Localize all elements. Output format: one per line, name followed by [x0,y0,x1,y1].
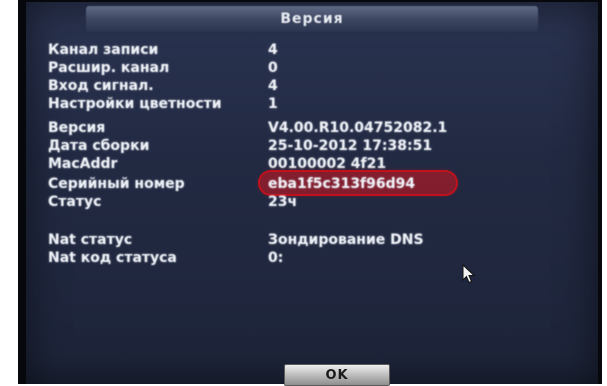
info-value: 0: [268,250,284,266]
info-value: 1 [268,96,278,112]
info-value: V4.00.R10.04752082.1 [268,120,448,136]
info-row-nat-status: Nat статус Зондирование DNS [48,232,588,250]
dialog-title: Версия [86,6,538,32]
info-value: 4 [268,42,278,58]
info-label: Nat статус [48,232,133,248]
mouse-pointer-icon [462,264,476,284]
info-label: Канал записи [48,42,159,58]
info-value: Зондирование DNS [268,232,424,248]
info-label: Серийный номер [48,176,185,192]
info-row-extra-channel: Расшир. канал 0 [48,60,588,78]
info-value: 0 [268,60,278,76]
info-row-color-settings: Настройки цветности 1 [48,96,588,114]
info-label: Статус [48,194,102,210]
info-value: 00100002 4f21 [268,156,387,172]
info-label: Вход сигнал. [48,78,154,94]
info-row-signal-input: Вход сигнал. 4 [48,78,588,96]
monitor-frame: Версия Канал записи 4 Расшир. канал 0 Вх… [18,0,602,386]
ok-button[interactable]: OK [284,364,390,386]
info-row-version: Версия V4.00.R10.04752082.1 [48,120,588,138]
info-label: MacAddr [48,156,118,172]
ok-button-label: OK [325,367,349,383]
dialog-title-text: Версия [280,11,344,27]
info-value: eba1f5c313f96d94 [268,176,416,192]
info-label: Настройки цветности [48,96,222,112]
info-row-status: Статус 23ч [48,194,588,212]
info-row-nat-status-code: Nat код статуса 0: [48,250,588,268]
info-label: Nat код статуса [48,250,177,266]
info-row-record-channels: Канал записи 4 [48,42,588,60]
info-row-build-date: Дата сборки 25-10-2012 17:38:51 [48,138,588,156]
info-label: Дата сборки [48,138,150,154]
info-label: Расшир. канал [48,60,170,76]
version-dialog: Версия Канал записи 4 Расшир. канал 0 Вх… [26,2,598,386]
info-value: 23ч [268,194,298,210]
info-row-serial-number: Серийный номер eba1f5c313f96d94 [48,172,588,194]
info-value: 4 [268,78,278,94]
info-value: 25-10-2012 17:38:51 [268,138,433,154]
info-label: Версия [48,120,106,136]
